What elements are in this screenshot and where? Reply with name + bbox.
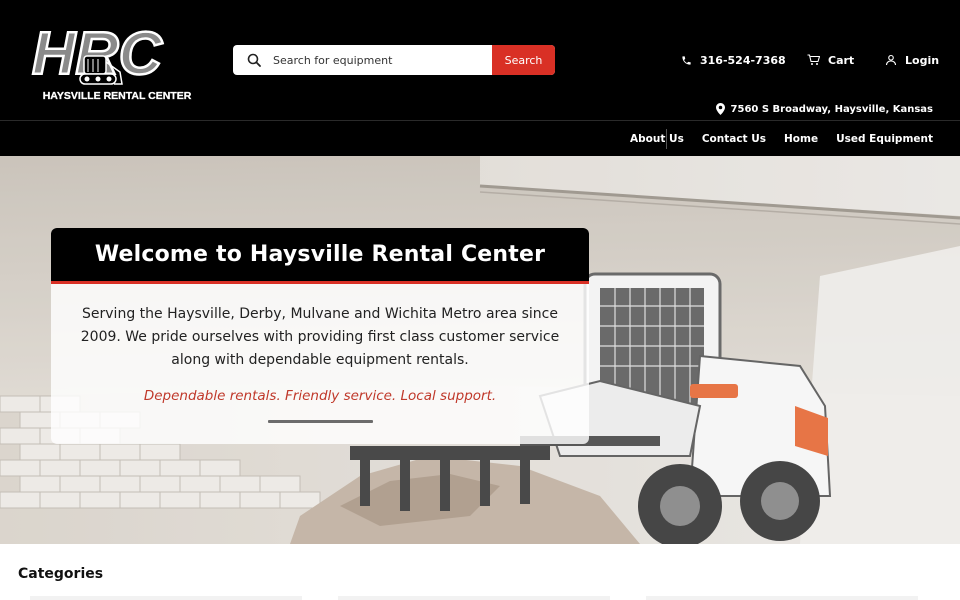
category-card[interactable] (338, 596, 610, 600)
address-text: 7560 S Broadway, Haysville, Kansas (730, 103, 933, 115)
map-pin-icon (715, 103, 725, 115)
category-card[interactable] (30, 596, 302, 600)
welcome-card: Welcome to Haysville Rental Center Servi… (51, 228, 589, 444)
main-nav: About Us Contact Us Home Used Equipment (0, 120, 960, 156)
categories-heading: Categories (18, 566, 104, 582)
welcome-card-header: Welcome to Haysville Rental Center (51, 228, 589, 284)
phone-link[interactable]: 316-524-7368 (681, 52, 786, 68)
nav-item-used-equipment[interactable]: Used Equipment (836, 133, 933, 145)
logo-name: HAYSVILLE RENTAL CENTER (43, 90, 192, 102)
cart-label: Cart (828, 53, 855, 67)
nav-item-about-us[interactable]: About Us (630, 133, 684, 145)
nav-item-contact-us[interactable]: Contact Us (702, 133, 766, 145)
login-link[interactable]: Login (885, 52, 939, 68)
welcome-tagline: Dependable rentals. Friendly service. Lo… (143, 388, 497, 404)
welcome-divider (267, 420, 373, 423)
site-header: HRC HAYSVILLE RENTAL CENTER Search for e… (0, 0, 960, 120)
nav-item-home[interactable]: Home (784, 133, 818, 145)
search-bar: Search (233, 45, 555, 75)
welcome-text: Serving the Haysville, Derby, Mulvane an… (80, 306, 560, 368)
cart-link[interactable]: Cart (807, 52, 854, 68)
phone-number: 316-524-7368 (700, 53, 786, 67)
search-icon (239, 45, 269, 75)
site-logo[interactable]: HRC HAYSVILLE RENTAL CENTER (26, 22, 208, 102)
hero-banner: Welcome to Haysville Rental Center Servi… (0, 156, 960, 544)
welcome-title: Welcome to Haysville Rental Center (94, 242, 546, 267)
search-button[interactable]: Search (492, 45, 555, 75)
search-input[interactable] (269, 45, 492, 75)
cart-icon (807, 54, 820, 65)
user-icon (885, 54, 897, 66)
phone-icon (682, 55, 691, 65)
store-address[interactable]: 7560 S Broadway, Haysville, Kansas (715, 102, 933, 116)
category-card[interactable] (646, 596, 918, 600)
login-label: Login (905, 53, 940, 67)
